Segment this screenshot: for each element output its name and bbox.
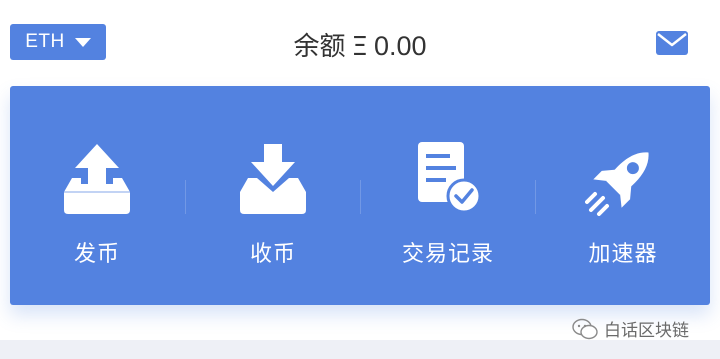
accelerator-label: 加速器: [588, 242, 658, 267]
receive-button[interactable]: 收币: [186, 86, 360, 305]
balance-label: 余额: [293, 32, 346, 62]
send-button[interactable]: 发币: [10, 86, 184, 305]
download-tray-icon: [240, 144, 306, 214]
action-panel: 发币 收币 交易记录 加速器: [10, 86, 710, 305]
balance-display: 余额 Ξ 0.00: [0, 26, 720, 63]
divider: [185, 180, 186, 214]
divider: [535, 180, 536, 214]
balance-amount: 0.00: [373, 31, 427, 61]
mail-icon[interactable]: [655, 30, 689, 56]
divider: [360, 180, 361, 214]
document-check-icon: [418, 142, 482, 214]
footer-band: [0, 340, 720, 359]
currency-symbol: Ξ: [351, 32, 368, 62]
transaction-records-button[interactable]: 交易记录: [361, 86, 535, 305]
accelerator-button[interactable]: 加速器: [536, 86, 710, 305]
send-label: 发币: [73, 242, 120, 267]
upload-tray-icon: [64, 144, 130, 214]
wechat-icon: [572, 318, 598, 339]
receive-label: 收币: [249, 242, 296, 267]
transaction-records-label: 交易记录: [401, 242, 494, 267]
rocket-icon: [585, 152, 649, 216]
watermark-text: 白话区块链: [604, 321, 689, 341]
watermark: 白话区块链: [572, 316, 689, 341]
top-bar: ETH 余额 Ξ 0.00: [0, 0, 720, 86]
